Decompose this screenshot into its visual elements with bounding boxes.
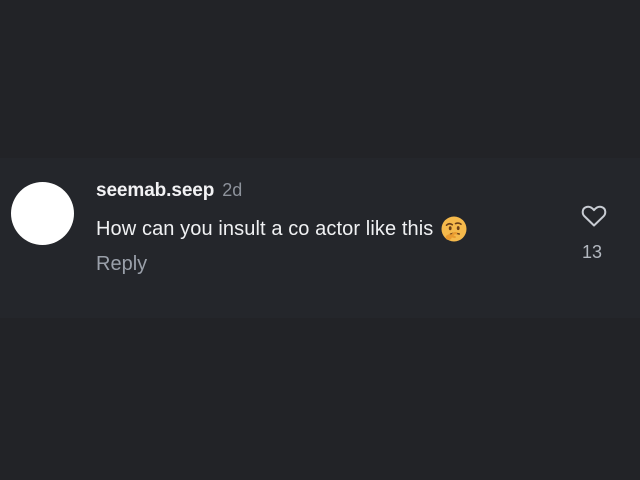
- heart-icon[interactable]: [580, 204, 608, 228]
- comment-body: How can you insult a co actor like this: [96, 214, 468, 244]
- timestamp: 2d: [222, 180, 243, 200]
- comment-header: seemab.seep 2d: [96, 180, 242, 204]
- thinking-face-emoji-icon: [440, 215, 468, 243]
- avatar[interactable]: [11, 182, 74, 245]
- comment-text: How can you insult a co actor like this: [96, 217, 434, 240]
- like-count: 13: [582, 242, 603, 262]
- comment-screen: seemab.seep 2d How can you insult a co a…: [0, 0, 640, 480]
- reply-button[interactable]: Reply: [96, 253, 147, 276]
- username[interactable]: seemab.seep: [96, 180, 214, 202]
